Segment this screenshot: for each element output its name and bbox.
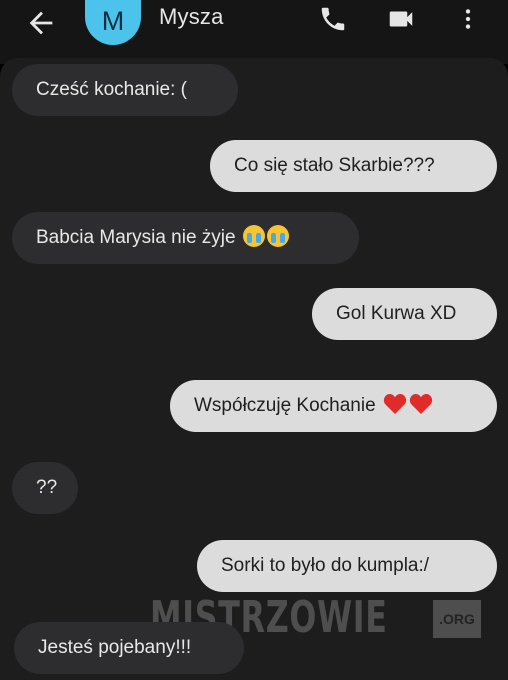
message-text: Gol Kurwa XD: [336, 303, 457, 324]
back-arrow-icon[interactable]: [24, 6, 58, 40]
message-text: Cześć kochanie: (: [36, 79, 188, 100]
outgoing-message[interactable]: Sorki to było do kumpla:/: [197, 540, 497, 592]
crying-face-icon: [242, 225, 265, 247]
outgoing-message[interactable]: Co się stało Skarbie???: [210, 140, 497, 192]
contact-name[interactable]: Mysza: [159, 4, 224, 30]
outgoing-message[interactable]: Współczuję Kochanie: [170, 380, 497, 432]
incoming-message[interactable]: Cześć kochanie: (: [12, 64, 238, 116]
watermark-suffix: .ORG: [433, 600, 481, 638]
red-heart-icon: [409, 394, 433, 414]
red-heart-icon: [383, 394, 407, 414]
incoming-message[interactable]: Jesteś pojebany!!!: [14, 622, 244, 674]
message-text: Współczuję Kochanie: [194, 395, 376, 416]
crying-face-icon: [266, 225, 289, 247]
incoming-message[interactable]: Babcia Marysia nie żyje: [12, 212, 359, 264]
more-vertical-icon[interactable]: [455, 4, 481, 34]
message-text: Sorki to było do kumpla:/: [221, 555, 430, 576]
message-text: Jesteś pojebany!!!: [38, 637, 192, 658]
outgoing-message[interactable]: Gol Kurwa XD: [312, 288, 497, 340]
message-text: ??: [36, 477, 58, 498]
video-camera-icon[interactable]: [384, 4, 418, 34]
app-header: M Mysza: [0, 0, 508, 64]
phone-icon[interactable]: [318, 4, 348, 34]
avatar[interactable]: M: [85, 0, 141, 45]
message-text: Co się stało Skarbie???: [234, 155, 435, 176]
message-text: Babcia Marysia nie żyje: [36, 227, 236, 248]
incoming-message[interactable]: ??: [12, 462, 78, 514]
